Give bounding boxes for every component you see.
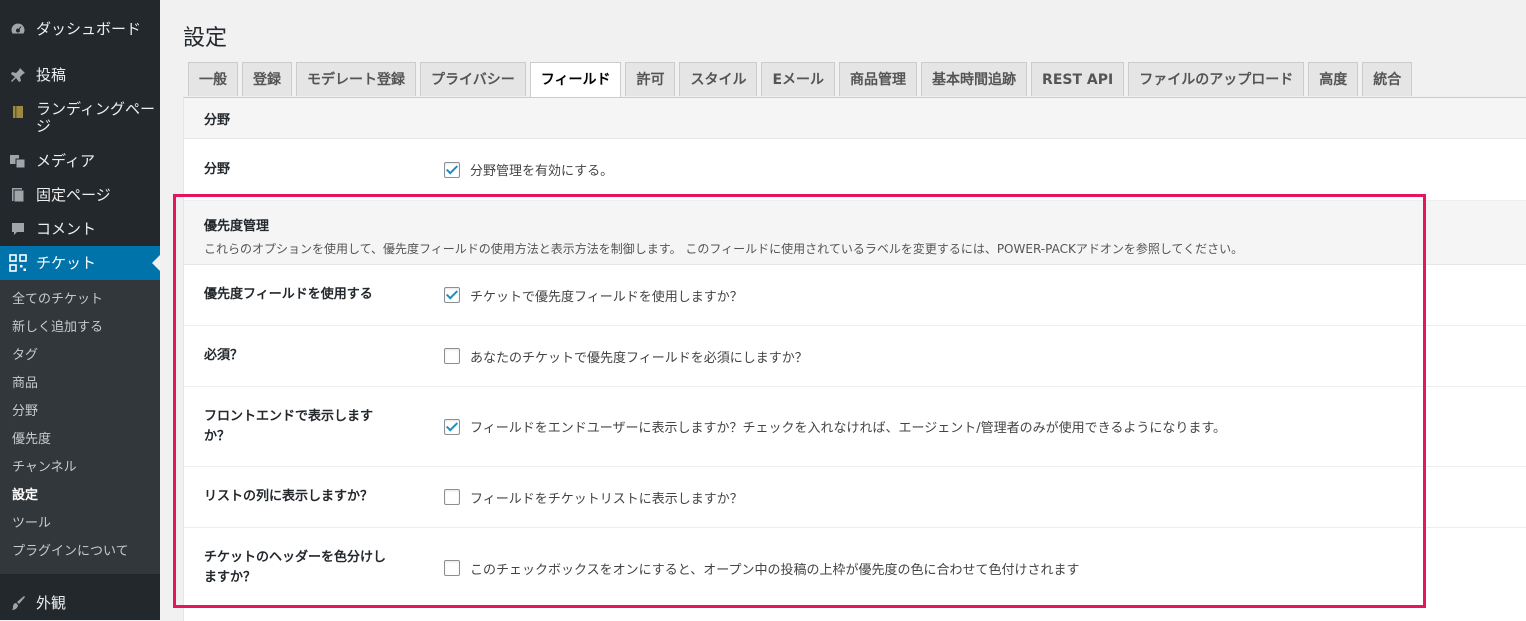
setting-row-color-header: チケットのヘッダーを色分けし ますか？ このチェックボックスをオンにすると、オー… — [184, 528, 1526, 608]
admin-sidebar: ダッシュボード 投稿 ランディングページ メディア 固定ページ コメント チケッ… — [0, 0, 160, 620]
menu-item-dashboard[interactable]: ダッシュボード — [0, 12, 160, 46]
setting-label-line: フロントエンドで表示します — [204, 408, 374, 424]
show-in-list-checkbox[interactable] — [444, 489, 460, 505]
submenu-add-new[interactable]: 新しく追加する — [0, 314, 160, 342]
section-header-priority: 優先度管理 これらのオプションを使用して、優先度フィールドの使用方法と表示方法を… — [184, 201, 1526, 265]
comment-icon — [8, 219, 28, 239]
menu-label: コメント — [36, 219, 97, 238]
section-header-departments: 分野 — [184, 98, 1526, 139]
menu-item-appearance[interactable]: 外観 — [0, 586, 160, 620]
menu-label: ダッシュボード — [36, 19, 142, 38]
dashboard-icon — [8, 19, 28, 39]
page-icon — [8, 185, 28, 205]
menu-item-landing-pages[interactable]: ランディングページ — [0, 92, 160, 144]
setting-field: フィールドをエンドユーザーに表示しますか？チェックを入れなければ、エージェント/… — [444, 417, 1226, 436]
setting-row-show-in-list: リストの列に表示しますか？ フィールドをチケットリストに表示しますか？ — [184, 467, 1526, 528]
setting-row-departments: 分野 分野管理を有効にする。 — [184, 139, 1526, 201]
checkbox-description: フィールドをエンドユーザーに表示しますか？チェックを入れなければ、エージェント/… — [470, 421, 1227, 436]
setting-label-line: チケットのヘッダーを色分けし — [204, 550, 387, 565]
media-icon — [8, 151, 28, 171]
menu-item-comments[interactable]: コメント — [0, 212, 160, 246]
tab-advanced[interactable]: 高度 — [1308, 62, 1359, 96]
menu-label: メディア — [36, 151, 95, 170]
enable-departments-checkbox[interactable] — [444, 161, 460, 178]
menu-label: 固定ページ — [36, 185, 111, 204]
menu-label: 投稿 — [36, 65, 67, 84]
menu-item-tickets[interactable]: チケット — [0, 246, 160, 280]
setting-field: このチェックボックスをオンにすると、オープン中の投稿の上枠が優先度の色に合わせて… — [444, 559, 1079, 578]
menu-item-posts[interactable]: 投稿 — [0, 58, 160, 92]
menu-label: ランディングページ — [36, 100, 155, 135]
book-icon — [8, 102, 28, 122]
menu-label: チケット — [36, 253, 97, 272]
tab-file-upload[interactable]: ファイルのアップロード — [1128, 62, 1305, 96]
tab-registration[interactable]: 登録 — [242, 62, 292, 96]
submenu-settings[interactable]: 設定 — [0, 482, 160, 510]
tab-general[interactable]: 一般 — [188, 62, 238, 96]
brush-icon — [8, 593, 28, 613]
tab-product-management[interactable]: 商品管理 — [839, 62, 918, 96]
tab-email[interactable]: Eメール — [761, 62, 836, 96]
color-header-checkbox[interactable] — [444, 560, 460, 576]
pin-icon — [8, 65, 28, 85]
setting-field: フィールドをチケットリストに表示しますか？ — [444, 488, 743, 507]
setting-label: 優先度フィールドを使用する — [204, 287, 373, 302]
section-title: 分野 — [204, 112, 231, 128]
tab-permissions[interactable]: 許可 — [625, 62, 676, 96]
submenu-tools[interactable]: ツール — [0, 510, 160, 538]
tickets-submenu: 全てのチケット 新しく追加する タグ 商品 分野 優先度 チャンネル 設定 ツー… — [0, 280, 160, 574]
show-frontend-checkbox[interactable] — [444, 418, 460, 435]
setting-field: チケットで優先度フィールドを使用しますか？ — [444, 286, 743, 305]
tab-privacy[interactable]: プライバシー — [420, 62, 526, 96]
checkbox-description: 分野管理を有効にする。 — [470, 164, 614, 179]
submenu-priority[interactable]: 優先度 — [0, 426, 160, 454]
setting-field: あなたのチケットで優先度フィールドを必須にしますか？ — [444, 347, 808, 366]
section-description: これらのオプションを使用して、優先度フィールドの使用方法と表示方法を制御します。… — [204, 242, 1244, 256]
tab-integrations[interactable]: 統合 — [1362, 62, 1413, 96]
menu-label: 外観 — [36, 593, 67, 612]
settings-tabs: 一般 登録 モデレート登録 プライバシー フィールド 許可 スタイル Eメール … — [188, 62, 1526, 98]
ticket-grid-icon — [8, 253, 28, 273]
tab-style[interactable]: スタイル — [679, 62, 758, 96]
menu-item-pages[interactable]: 固定ページ — [0, 178, 160, 212]
checkbox-description: このチェックボックスをオンにすると、オープン中の投稿の上枠が優先度の色に合わせて… — [470, 562, 1080, 578]
setting-label: リストの列に表示しますか？ — [204, 489, 374, 504]
tab-time-tracking[interactable]: 基本時間追跡 — [921, 62, 1028, 96]
submenu-all-tickets[interactable]: 全てのチケット — [0, 286, 160, 314]
submenu-channels[interactable]: チャンネル — [0, 454, 160, 482]
submenu-departments[interactable]: 分野 — [0, 398, 160, 426]
setting-label: 分野 — [204, 161, 231, 177]
main-content: 設定 一般 登録 モデレート登録 プライバシー フィールド 許可 スタイル Eメ… — [183, 0, 1526, 621]
setting-label-line: ますか？ — [204, 570, 257, 585]
priority-required-checkbox[interactable] — [444, 348, 460, 364]
submenu-tags[interactable]: タグ — [0, 342, 160, 370]
setting-label-line: か？ — [204, 428, 231, 444]
setting-row-use-priority: 優先度フィールドを使用する チケットで優先度フィールドを使用しますか？ — [184, 265, 1526, 326]
tab-moderated-registration[interactable]: モデレート登録 — [296, 62, 416, 96]
checkbox-description: チケットで優先度フィールドを使用しますか？ — [470, 289, 743, 305]
setting-row-show-frontend: フロントエンドで表示します か？ フィールドをエンドユーザーに表示しますか？チェ… — [184, 387, 1526, 467]
setting-row-required: 必須？ あなたのチケットで優先度フィールドを必須にしますか？ — [184, 326, 1526, 387]
submenu-products[interactable]: 商品 — [0, 370, 160, 398]
use-priority-checkbox[interactable] — [444, 287, 460, 303]
setting-field: 分野管理を有効にする。 — [444, 160, 613, 179]
section-title: 優先度管理 — [204, 219, 270, 234]
tab-fields[interactable]: フィールド — [529, 62, 622, 98]
tab-rest-api[interactable]: REST API — [1031, 62, 1125, 96]
checkbox-description: あなたのチケットで優先度フィールドを必須にしますか？ — [470, 350, 808, 366]
menu-item-media[interactable]: メディア — [0, 144, 160, 178]
setting-label: 必須？ — [204, 348, 244, 363]
setting-label: フロントエンドで表示します か？ — [184, 407, 404, 447]
checkbox-description: フィールドをチケットリストに表示しますか？ — [470, 491, 743, 507]
settings-panel: 分野 分野 分野管理を有効にする。 優先度管理 これらのオプションを使用して、優… — [183, 97, 1526, 621]
page-title: 設定 — [183, 26, 228, 51]
submenu-about-plugin[interactable]: プラグインについて — [0, 538, 160, 566]
setting-label: チケットのヘッダーを色分けし ますか？ — [184, 548, 404, 588]
